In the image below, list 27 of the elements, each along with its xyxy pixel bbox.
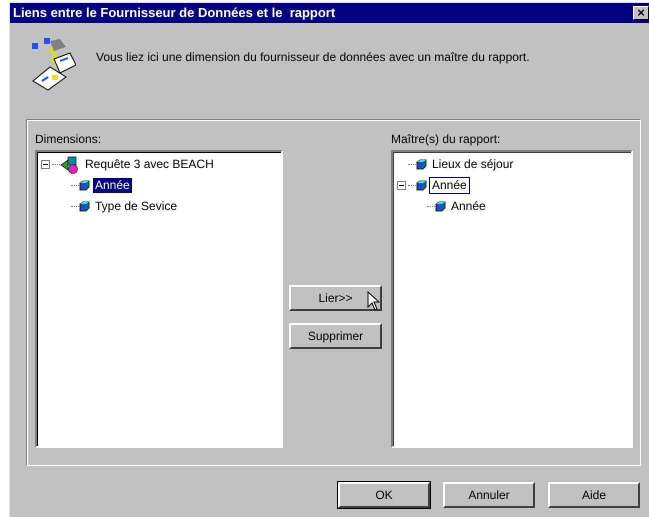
tree-view[interactable]: Requête 3 avec BEACH Année Type de Sevice (35, 150, 283, 448)
close-button[interactable]: × (633, 6, 649, 20)
tree-item[interactable]: Type de Sevice (93, 199, 180, 214)
dialog-button[interactable]: Supprimer (289, 323, 382, 349)
tree-view[interactable]: Lieux de séjour Année Année (391, 150, 633, 448)
shapes-icon (60, 156, 80, 174)
cube-icon (416, 180, 427, 191)
tree-item[interactable]: Année (430, 178, 469, 193)
tree-item[interactable]: Année (449, 199, 488, 214)
dialog-button[interactable]: Aide (548, 482, 640, 508)
collapse-icon[interactable] (397, 181, 406, 190)
tree-item[interactable]: Requête 3 avec BEACH (83, 157, 216, 172)
dialog-button[interactable]: Annuler (443, 482, 535, 508)
cube-icon (79, 180, 90, 191)
dialog-button[interactable]: OK (338, 482, 430, 508)
list-label: Maître(s) du rapport: (391, 132, 502, 146)
cube-icon (435, 201, 446, 212)
tree-item[interactable]: Lieux de séjour (430, 157, 516, 172)
window-title: Liens entre le Fournisseur de Données et le rapport (13, 4, 336, 22)
dialog-button[interactable]: Lier>> (289, 285, 382, 311)
collapse-icon[interactable] (41, 160, 50, 169)
cube-icon (416, 159, 427, 170)
cursor-icon (367, 291, 380, 311)
cube-icon (79, 201, 90, 212)
intro-text: Vous liez ici une dimension du fournisseur de données avec un maître du rapport. (96, 49, 530, 66)
list-label: Dimensions: (35, 132, 102, 146)
tree-item[interactable]: Année (93, 178, 132, 193)
